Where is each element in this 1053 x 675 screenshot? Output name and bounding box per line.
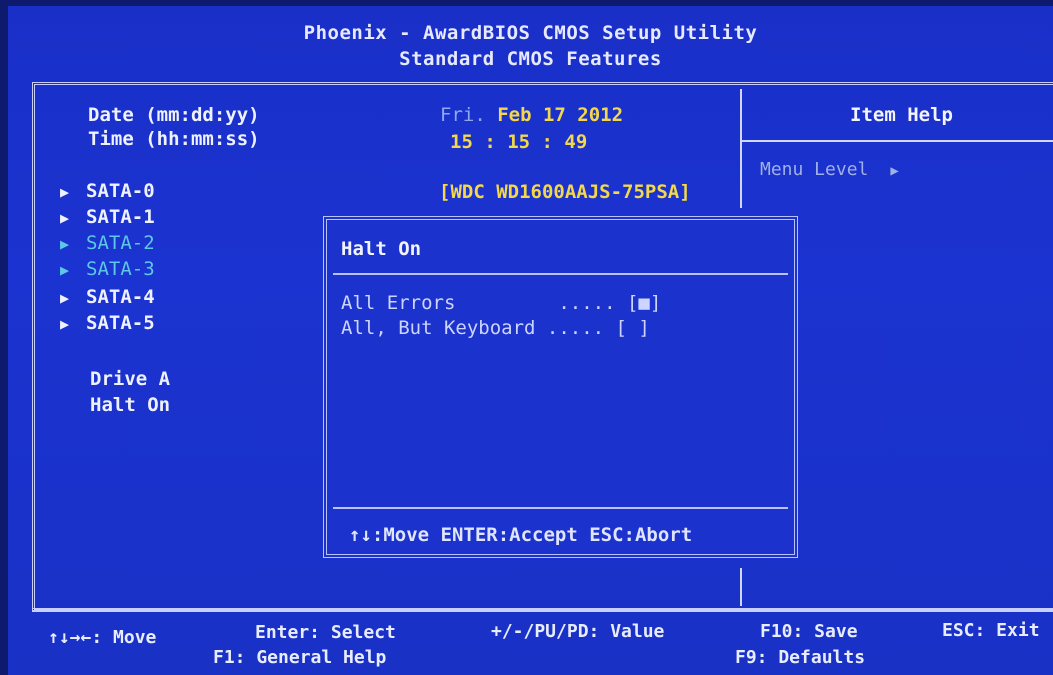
help-title-divider (742, 140, 1053, 142)
right-triangle-icon: ▶ (60, 209, 70, 227)
sata-item[interactable]: ▶ SATA-0 (60, 180, 155, 202)
item-help-title: Item Help (850, 104, 953, 126)
right-triangle-icon: ▶ (60, 183, 70, 201)
hint-save: F10: Save (760, 621, 858, 642)
date-value[interactable]: Fri. Feb 17 2012 (440, 104, 623, 126)
right-triangle-icon: ▶ (60, 261, 70, 279)
halt-on-item[interactable]: Halt On (90, 394, 170, 416)
bottom-divider (32, 608, 1053, 614)
sata-item-label: SATA-3 (86, 258, 155, 280)
dialog-divider (333, 273, 788, 275)
menu-level-label: Menu Level (760, 159, 869, 180)
drive-a-item[interactable]: Drive A (90, 368, 170, 390)
right-triangle-icon: ▶ (60, 315, 70, 333)
option-all-but-keyboard[interactable]: All, But Keyboard ..... [ ] (341, 317, 650, 339)
halt-on-dialog: Halt On All Errors ..... [■] All, But Ke… (323, 216, 798, 558)
hint-exit: ESC: Exit (942, 620, 1040, 641)
title-bar: Phoenix - AwardBIOS CMOS Setup Utility S… (8, 6, 1053, 80)
bios-screen: Phoenix - AwardBIOS CMOS Setup Utility S… (8, 6, 1053, 675)
dialog-title: Halt On (341, 238, 422, 260)
right-triangle-icon: ▶ (60, 235, 70, 253)
sata-item[interactable]: ▶ SATA-5 (60, 312, 155, 334)
hint-move: ↑↓→←: Move (48, 627, 157, 648)
time-label: Time (hh:mm:ss) (88, 128, 260, 150)
sata-item[interactable]: ▶ SATA-3 (60, 258, 155, 280)
sata-item-label: SATA-5 (86, 312, 155, 334)
sata-item-label: SATA-0 (86, 180, 155, 202)
right-triangle-icon: ▶ (60, 289, 70, 307)
sata-item[interactable]: ▶ SATA-4 (60, 286, 155, 308)
menu-level: Menu Level ▶ (760, 159, 899, 180)
help-divider-lower (740, 568, 742, 606)
hint-defaults: F9: Defaults (735, 647, 866, 668)
sata-item-label: SATA-2 (86, 232, 155, 254)
option-all-errors[interactable]: All Errors ..... [■] (341, 292, 661, 314)
date-value-text: Feb 17 2012 (497, 104, 624, 126)
sata-item[interactable]: ▶ SATA-1 (60, 206, 155, 228)
sata-item[interactable]: ▶ SATA-2 (60, 232, 155, 254)
time-value[interactable]: 15 : 15 : 49 (450, 131, 587, 153)
app-title: Phoenix - AwardBIOS CMOS Setup Utility (303, 22, 758, 44)
date-label: Date (mm:dd:yy) (88, 104, 260, 126)
dialog-footer-divider (333, 507, 788, 509)
hint-enter: Enter: Select (255, 622, 396, 643)
dialog-footer: ↑↓:Move ENTER:Accept ESC:Abort (349, 524, 693, 546)
hint-value: +/-/PU/PD: Value (491, 621, 665, 642)
help-divider (740, 89, 742, 208)
sata-item-label: SATA-4 (86, 286, 155, 308)
hint-general-help: F1: General Help (213, 647, 387, 668)
page-title: Standard CMOS Features (399, 48, 662, 70)
right-triangle-icon: ▶ (890, 163, 899, 179)
sata-item-label: SATA-1 (86, 206, 155, 228)
sata0-value: [WDC WD1600AAJS-75PSA] (439, 181, 691, 203)
date-day: Fri. (440, 104, 486, 126)
